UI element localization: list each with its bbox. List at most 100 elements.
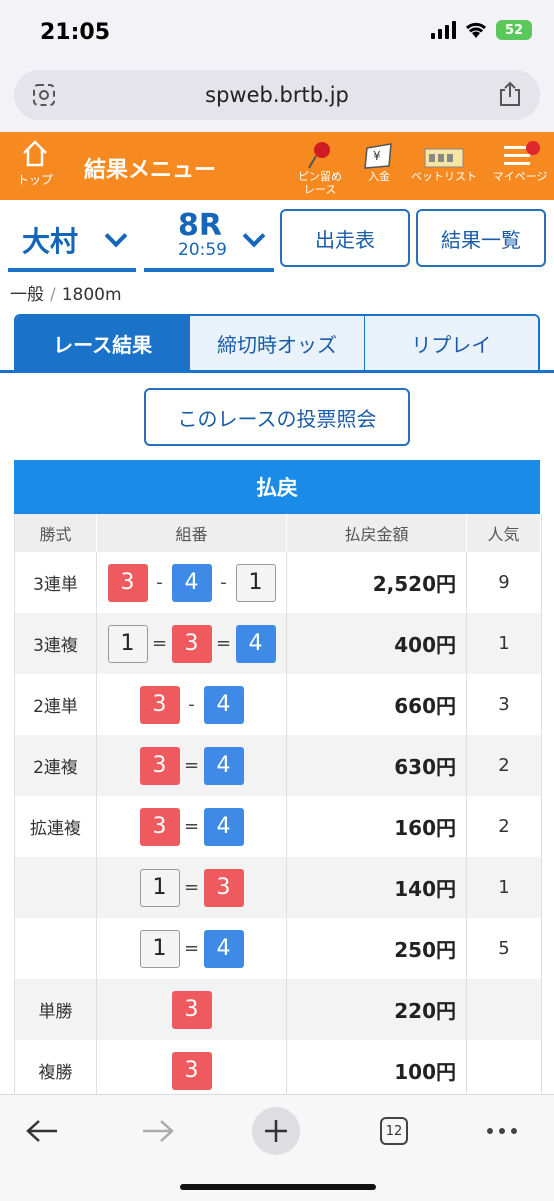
address-bar[interactable]: spweb.brtb.jp (14, 70, 540, 120)
bet-type-cell: 単勝 (15, 979, 97, 1040)
payout-amount-cell: 2,520円 (287, 552, 467, 613)
combination-cell: 1 = 4 (97, 918, 287, 979)
svg-text:¥: ¥ (373, 149, 381, 163)
popularity-cell: 1 (498, 877, 510, 898)
header-popularity: 人気 (467, 514, 541, 552)
nav-mypage[interactable]: マイページ (488, 138, 552, 183)
boat-number-badge: 1 (139, 868, 180, 907)
tab-count: 12 (380, 1117, 408, 1145)
header-bet-type: 勝式 (15, 514, 97, 552)
tab-replay[interactable]: リプレイ (363, 316, 538, 370)
race-time: 20:59 (178, 240, 227, 260)
combination-cell: 3-4 (97, 674, 287, 735)
table-row: 3連単 3-4-1 2,520円 9 (15, 552, 541, 613)
boat-number-badge: 4 (203, 746, 244, 785)
popularity-cell: 1 (498, 633, 510, 654)
forward-icon[interactable] (134, 1107, 182, 1155)
table-row: 2連単 3-4 660円 3 (15, 674, 541, 735)
wifi-icon (465, 22, 487, 38)
boat-number-badge: 4 (171, 563, 212, 602)
boat-number-badge: 3 (107, 563, 148, 602)
table-row: 2連複 3 = 4 630円 2 (15, 735, 541, 796)
bet-type-cell: 3連単 (15, 552, 97, 613)
venue-name: 大村 (22, 225, 79, 258)
race-distance: 1800m (61, 285, 122, 305)
combination-cell: 1 = 3 (97, 857, 287, 918)
deposit-icon: ¥ (364, 143, 392, 169)
payout-table: 勝式 組番 払戻金額 人気 3連単 3-4-1 2,520円 9 3連複 1 = 3 = 4 400… (14, 514, 542, 1101)
boat-number-badge: 4 (203, 685, 244, 724)
boat-number-badge: 1 (235, 563, 276, 602)
bet-type-cell: 拡連複 (15, 796, 97, 857)
payout-amount-cell: 400円 (287, 613, 467, 674)
popularity-cell (467, 979, 541, 1040)
boat-number-badge: 3 (171, 624, 212, 663)
combination-cell: 1 = 3 = 4 (97, 613, 287, 674)
table-row: 単勝 3 220円 (15, 979, 541, 1040)
new-tab-icon[interactable] (252, 1107, 300, 1155)
bet-type-cell (15, 918, 97, 979)
combination-operator: = (183, 816, 200, 837)
nav-pin-race[interactable]: ピン留め レース (290, 138, 350, 196)
boat-number-badge: 3 (139, 807, 180, 846)
tabs-icon[interactable]: 12 (370, 1107, 418, 1155)
combination-cell: 3 (97, 979, 287, 1040)
bet-type-cell: 複勝 (15, 1040, 97, 1101)
bet-type-cell: 3連複 (15, 613, 97, 674)
app-header: トップ 結果メニュー ピン留め レース ¥ 入金 ベットリスト マイページ (0, 132, 554, 200)
chevron-down-icon (104, 224, 128, 248)
bet-type-cell: 2連複 (15, 735, 97, 796)
payout-amount-cell: 160円 (287, 796, 467, 857)
share-icon[interactable] (498, 81, 522, 107)
payout-title: 払戻 (14, 460, 540, 514)
more-icon[interactable] (478, 1107, 526, 1155)
combination-operator: = (151, 633, 168, 654)
race-info: 一般/1800m (10, 285, 122, 305)
back-icon[interactable] (18, 1107, 66, 1155)
tab-closing-odds[interactable]: 締切時オッズ (189, 316, 364, 370)
payout-amount-cell: 250円 (287, 918, 467, 979)
tab-underline (0, 370, 554, 373)
boat-number-badge: 1 (107, 624, 148, 663)
combination-operator: - (156, 572, 163, 593)
payout-amount-cell: 630円 (287, 735, 467, 796)
url-text[interactable]: spweb.brtb.jp (14, 83, 540, 107)
nav-deposit[interactable]: ¥ 入金 (356, 138, 402, 183)
boat-number-badge: 3 (139, 685, 180, 724)
result-tabs: レース結果 締切時オッズ リプレイ (14, 314, 540, 372)
status-icons: 52 (431, 20, 532, 40)
vote-check-button[interactable]: このレースの投票照会 (144, 388, 410, 446)
table-row: 1 = 3 140円 1 (15, 857, 541, 918)
home-icon (23, 140, 47, 167)
combination-cell: 3 = 4 (97, 735, 287, 796)
payout-amount-cell: 100円 (287, 1040, 467, 1101)
combination-cell: 3 (97, 1040, 287, 1101)
header-combination: 組番 (97, 514, 287, 552)
payout-amount-cell: 140円 (287, 857, 467, 918)
popularity-cell: 2 (498, 816, 510, 837)
combination-operator: - (220, 572, 227, 593)
combination-operator: = (215, 633, 232, 654)
table-row: 複勝 3 100円 (15, 1040, 541, 1101)
combination-operator: = (183, 938, 200, 959)
table-row: 1 = 4 250円 5 (15, 918, 541, 979)
status-time: 21:05 (40, 20, 111, 45)
chevron-down-icon (242, 224, 266, 248)
boat-number-badge: 3 (139, 746, 180, 785)
tab-race-result[interactable]: レース結果 (16, 316, 190, 370)
payout-table-header: 勝式 組番 払戻金額 人気 (15, 514, 541, 552)
battery-icon: 52 (496, 20, 532, 40)
combination-cell: 3 = 4 (97, 796, 287, 857)
results-list-button[interactable]: 結果一覧 (416, 209, 546, 267)
race-selector[interactable]: 8R 20:59 (144, 208, 274, 272)
nav-betlist[interactable]: ベットリスト (410, 138, 478, 183)
venue-selector[interactable]: 大村 (8, 208, 136, 272)
home-label: トップ (16, 173, 53, 187)
table-row: 3連複 1 = 3 = 4 400円 1 (15, 613, 541, 674)
betlist-icon (424, 148, 464, 168)
home-button[interactable]: トップ (12, 138, 58, 188)
header-amount: 払戻金額 (287, 514, 467, 552)
entries-button[interactable]: 出走表 (280, 209, 410, 267)
status-bar: 21:05 52 (0, 0, 554, 64)
pushpin-icon (308, 142, 330, 169)
